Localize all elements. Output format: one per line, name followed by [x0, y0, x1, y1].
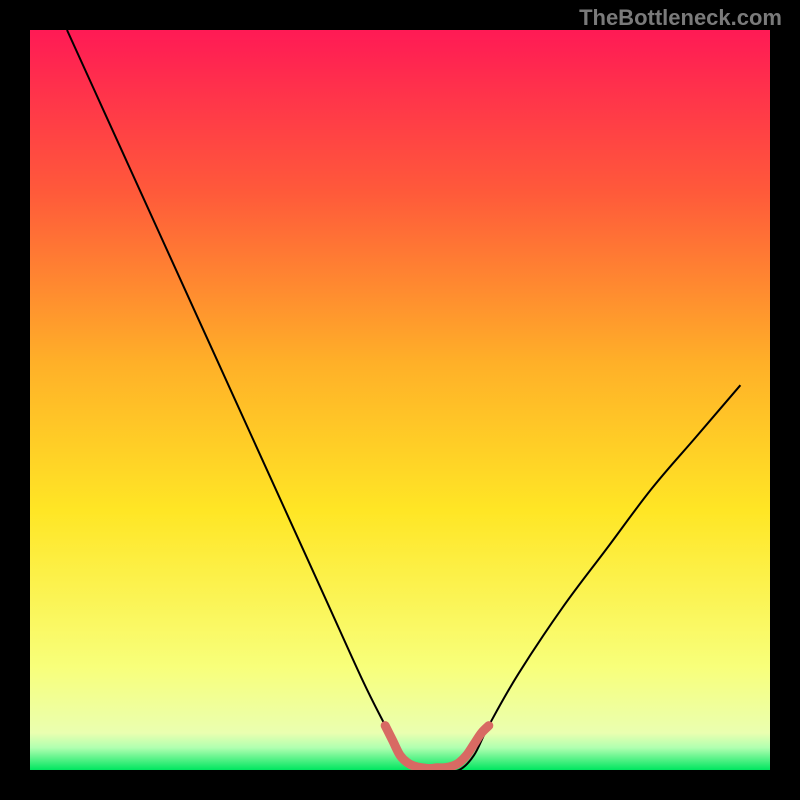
border-left	[0, 0, 30, 800]
chart-frame: { "watermark": "TheBottleneck.com", "cha…	[0, 0, 800, 800]
chart-svg	[0, 0, 800, 800]
watermark-text: TheBottleneck.com	[579, 5, 782, 31]
border-right	[770, 0, 800, 800]
gradient-background	[30, 30, 770, 770]
border-bottom	[0, 770, 800, 800]
